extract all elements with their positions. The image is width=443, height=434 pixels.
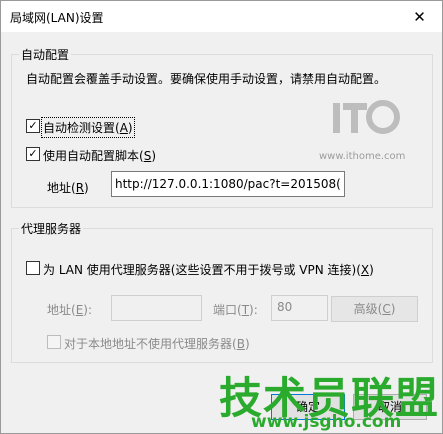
ithome-url-watermark: www.ithome.com [319,151,406,162]
jsgho-watermark-url: www.jsgho.com [251,412,402,432]
use-script-label[interactable]: 使用自动配置脚本(S) [43,147,156,164]
script-address-label: 地址(R) [47,181,89,195]
proxy-port-label: 端口(T): [213,303,258,317]
proxy-group-label: 代理服务器 [19,220,84,237]
close-button[interactable]: ✕ [397,1,442,32]
auto-detect-label[interactable]: 自动检测设置(A) [41,117,135,138]
window-title: 局域网(LAN)设置 [10,11,104,25]
proxy-address-label: 地址(E): [47,303,93,317]
auto-config-description: 自动配置会覆盖手动设置。要确保使用手动设置，请禁用自动配置。 [26,72,387,86]
use-script-checkbox[interactable]: ✓ [26,147,40,161]
use-proxy-checkbox[interactable] [26,261,40,275]
checkmark-icon: ✓ [28,119,38,132]
auto-detect-checkbox[interactable]: ✓ [26,119,40,133]
bypass-local-label[interactable]: 对于本地地址不使用代理服务器(B) [64,335,250,352]
lan-settings-dialog: 局域网(LAN)设置 ✕ 自动配置 自动配置会覆盖手动设置。要确保使用手动设置，… [0,0,443,434]
ithome-logo-icon [333,100,400,134]
close-icon: ✕ [413,7,426,26]
bypass-local-checkbox[interactable] [47,335,61,349]
script-address-input[interactable]: http://127.0.0.1:1080/pac?t=201508( [111,171,345,197]
proxy-address-input[interactable] [111,295,202,321]
proxy-port-input[interactable]: 80 [271,295,328,321]
checkmark-icon: ✓ [28,147,38,160]
auto-config-group-label: 自动配置 [19,46,72,63]
advanced-button[interactable]: 高级(C) [331,296,418,322]
use-proxy-label[interactable]: 为 LAN 使用代理服务器(这些设置不用于拨号或 VPN 连接)(X) [43,261,374,278]
title-bar: 局域网(LAN)设置 ✕ [1,1,442,32]
